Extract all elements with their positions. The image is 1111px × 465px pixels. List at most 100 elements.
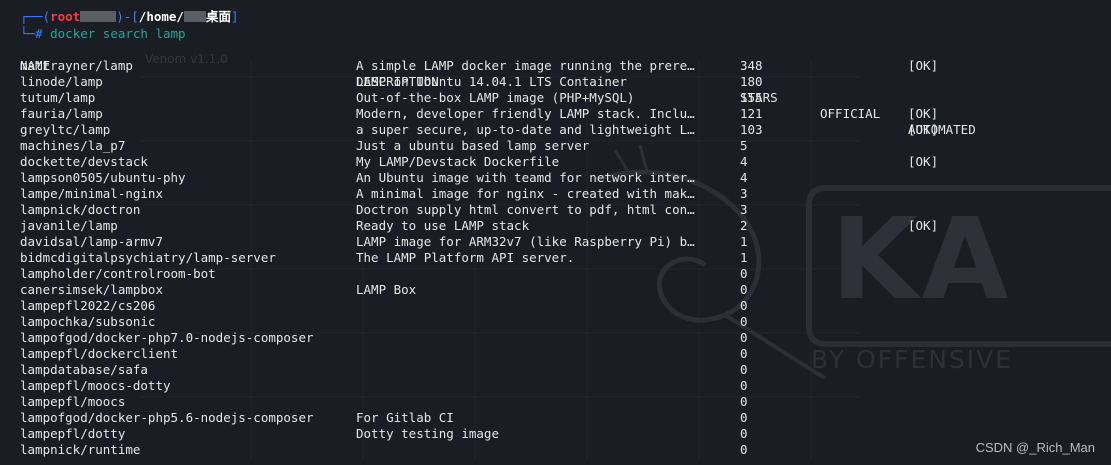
cell-stars: 4 [740, 170, 748, 185]
header-official: OFFICIAL [820, 106, 881, 121]
cell-name: lampnick/runtime [20, 442, 141, 457]
cell-stars: 3 [740, 186, 748, 201]
cell-stars: 0 [740, 378, 748, 393]
table-row: lampson0505/ubuntu-phy An Ubuntu image wi… [20, 170, 748, 186]
table-row: davidsal/lamp-armv7 LAMP image for ARM32v… [20, 234, 748, 250]
cell-stars: 0 [740, 346, 748, 361]
watermark-tagline: BY OFFENSIVE [811, 345, 1014, 374]
table-row: lampholder/controlroom-bot 0 [20, 266, 748, 282]
cell-stars: 0 [740, 362, 748, 377]
cell-description: A simple LAMP docker image running the p… [356, 58, 695, 73]
redacted-username [183, 11, 206, 22]
terminal-content: ┌──(root)-[/home/桌面] └─# docker search l… [20, 8, 976, 458]
cell-stars: 0 [740, 266, 748, 281]
cell-name: lampepfl/moocs [20, 394, 126, 409]
table-row: lampepfl/dockerclient 0 [20, 346, 748, 362]
cell-stars: 0 [740, 394, 748, 409]
cell-stars: 0 [740, 282, 748, 297]
prompt-path-suffix: 桌面 [205, 9, 231, 24]
table-row: javanile/lamp Ready to use LAMP stack 2 [OK… [20, 218, 938, 234]
cell-description: Dotty testing image [356, 426, 499, 441]
prompt-hash: # [35, 26, 43, 41]
table-row: bidmcdigitalpsychiatry/lamp-server The LA… [20, 250, 748, 266]
table-row: lampofgod/docker-php7.0-nodejs-composer 0 [20, 330, 748, 346]
csdn-credit: CSDN @_Rich_Man [975, 440, 1095, 455]
cell-name: fauria/lamp [20, 106, 103, 121]
search-results-table: NAME DESCRIPTION STARS OFFICIAL AUTOMATE… [20, 42, 976, 458]
cell-stars: 0 [740, 442, 748, 457]
cell-name: machines/la_p7 [20, 138, 126, 153]
table-row: lampnick/doctron Doctron supply html conv… [20, 202, 748, 218]
cell-description: For Gitlab CI [356, 410, 454, 425]
cell-name: lampnick/doctron [20, 202, 141, 217]
table-header: NAME DESCRIPTION STARS OFFICIAL AUTOMATE… [20, 42, 976, 137]
cell-description: The LAMP Platform API server. [356, 250, 575, 265]
table-row: canersimsek/lampbox LAMP Box 0 [20, 282, 748, 298]
cell-stars: 2 [740, 218, 748, 233]
table-row: tutum/lamp Out-of-the-box LAMP image (PHP… [20, 90, 763, 106]
cell-stars: 5 [740, 138, 748, 153]
cell-name: greyltc/lamp [20, 122, 111, 137]
table-row: mattrayner/lamp A simple LAMP docker imag… [20, 58, 938, 74]
cell-stars: 348 [740, 58, 763, 73]
cell-description: LAMP Box [356, 282, 417, 297]
cell-name: canersimsek/lampbox [20, 282, 163, 297]
cell-name: lampofgod/docker-php5.6-nodejs-composer [20, 410, 314, 425]
table-row: lampdatabase/safa 0 [20, 362, 748, 378]
cell-stars: 0 [740, 298, 748, 313]
cell-automated: [OK] [908, 58, 939, 73]
cell-name: javanile/lamp [20, 218, 118, 233]
cell-name: lampochka/subsonic [20, 314, 156, 329]
kali-watermark: KA BY OFFENSIVE [761, 150, 1111, 410]
cell-stars: 1 [740, 250, 748, 265]
cell-description: Out-of-the-box LAMP image (PHP+MySQL) [356, 90, 635, 105]
table-row: lampnick/runtime 0 [20, 442, 748, 458]
cell-stars: 3 [740, 202, 748, 217]
table-row: machines/la_p7 Just a ubuntu based lamp s… [20, 138, 748, 154]
cell-description: LAMP on Ubuntu 14.04.1 LTS Container [356, 74, 627, 89]
table-row: lampepfl/dotty Dotty testing image 0 [20, 426, 748, 442]
table-row: lampochka/subsonic 0 [20, 314, 748, 330]
cell-name: davidsal/lamp-armv7 [20, 234, 163, 249]
cell-name: lampson0505/ubuntu-phy [20, 170, 186, 185]
table-row: greyltc/lamp a super secure, up-to-date a… [20, 122, 938, 138]
cell-description: Ready to use LAMP stack [356, 218, 530, 233]
cell-description: LAMP image for ARM32v7 (like Raspberry P… [356, 234, 695, 249]
prompt-user: root [50, 9, 81, 24]
cell-stars: 103 [740, 122, 763, 137]
cell-name: lampepfl2022/cs206 [20, 298, 156, 313]
cell-stars: 0 [740, 410, 748, 425]
redacted-hostname [80, 11, 117, 22]
cell-stars: 121 [740, 106, 763, 121]
cell-name: lampdatabase/safa [20, 362, 148, 377]
cell-automated: [OK] [908, 122, 939, 137]
cell-name: dockette/devstack [20, 154, 148, 169]
table-row: lampepfl/moocs-dotty 0 [20, 378, 748, 394]
prompt-line-2: └─# docker search lamp [20, 26, 186, 41]
cell-stars: 180 [740, 74, 763, 89]
cell-name: linode/lamp [20, 74, 103, 89]
terminal-window[interactable]: KA BY OFFENSIVE Venom v1.1.0 ┌──(root)-[… [0, 0, 1111, 465]
cell-description: A minimal image for nginx - created with… [356, 186, 695, 201]
watermark-frame [806, 185, 1111, 347]
table-row: lampepfl2022/cs206 0 [20, 298, 748, 314]
cell-stars: 4 [740, 154, 748, 169]
cell-stars: 0 [740, 426, 748, 441]
table-row: lampe/minimal-nginx A minimal image for n… [20, 186, 748, 202]
table-row: lampepfl/moocs 0 [20, 394, 748, 410]
cell-description: An Ubuntu image with teamd for network i… [356, 170, 695, 185]
cell-automated: [OK] [908, 218, 939, 233]
cell-description: Just a ubuntu based lamp server [356, 138, 590, 153]
cell-name: bidmcdigitalpsychiatry/lamp-server [20, 250, 276, 265]
table-row: lampofgod/docker-php5.6-nodejs-composer F… [20, 410, 748, 426]
watermark-brand: KA [831, 195, 1013, 325]
cell-stars: 1 [740, 234, 748, 249]
prompt-line-1: ┌──(root)-[/home/桌面] [20, 9, 239, 24]
cell-description: My LAMP/Devstack Dockerfile [356, 154, 560, 169]
command-text: docker search lamp [50, 26, 186, 41]
table-row: linode/lamp LAMP on Ubuntu 14.04.1 LTS Co… [20, 74, 763, 90]
cell-name: lampepfl/moocs-dotty [20, 378, 171, 393]
cell-description: a super secure, up-to-date and lightweig… [356, 122, 695, 137]
cell-name: lampepfl/dotty [20, 426, 126, 441]
cell-name: tutum/lamp [20, 90, 96, 105]
